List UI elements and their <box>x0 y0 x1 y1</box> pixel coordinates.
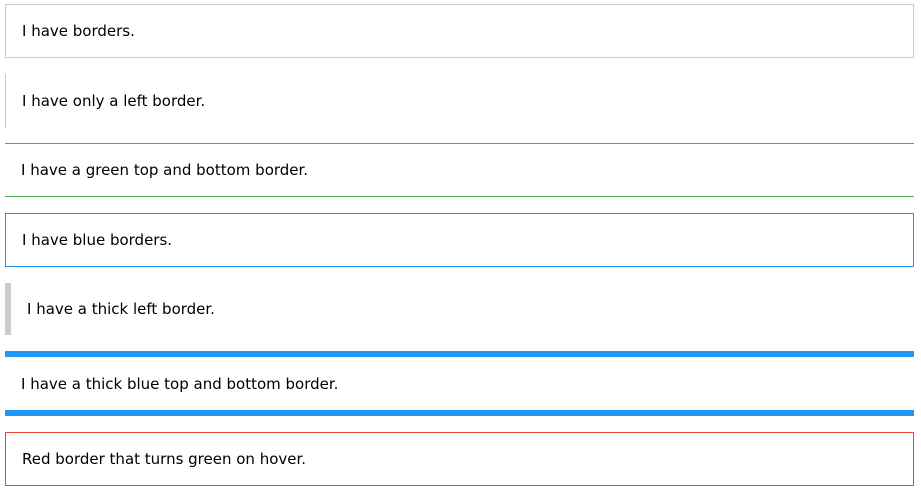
left-border-box-text: I have only a left border. <box>22 92 206 110</box>
green-top-bottom-border-box-text: I have a green top and bottom border. <box>21 161 309 179</box>
thick-blue-top-bottom-border-box: I have a thick blue top and bottom borde… <box>5 351 914 416</box>
hover-border-box-text: Red border that turns green on hover. <box>22 450 307 468</box>
thick-left-border-box: I have a thick left border. <box>5 283 914 335</box>
left-border-box: I have only a left border. <box>5 74 914 128</box>
thick-blue-top-bottom-border-box-text: I have a thick blue top and bottom borde… <box>21 374 339 393</box>
blue-border-box: I have blue borders. <box>5 213 914 267</box>
hover-border-box[interactable]: Red border that turns green on hover. <box>5 432 914 486</box>
green-top-bottom-border-box: I have a green top and bottom border. <box>5 143 914 197</box>
bordered-box: I have borders. <box>5 4 914 58</box>
thick-left-border-box-text: I have a thick left border. <box>27 300 215 318</box>
bordered-box-text: I have borders. <box>22 22 135 40</box>
blue-border-box-text: I have blue borders. <box>22 231 173 249</box>
